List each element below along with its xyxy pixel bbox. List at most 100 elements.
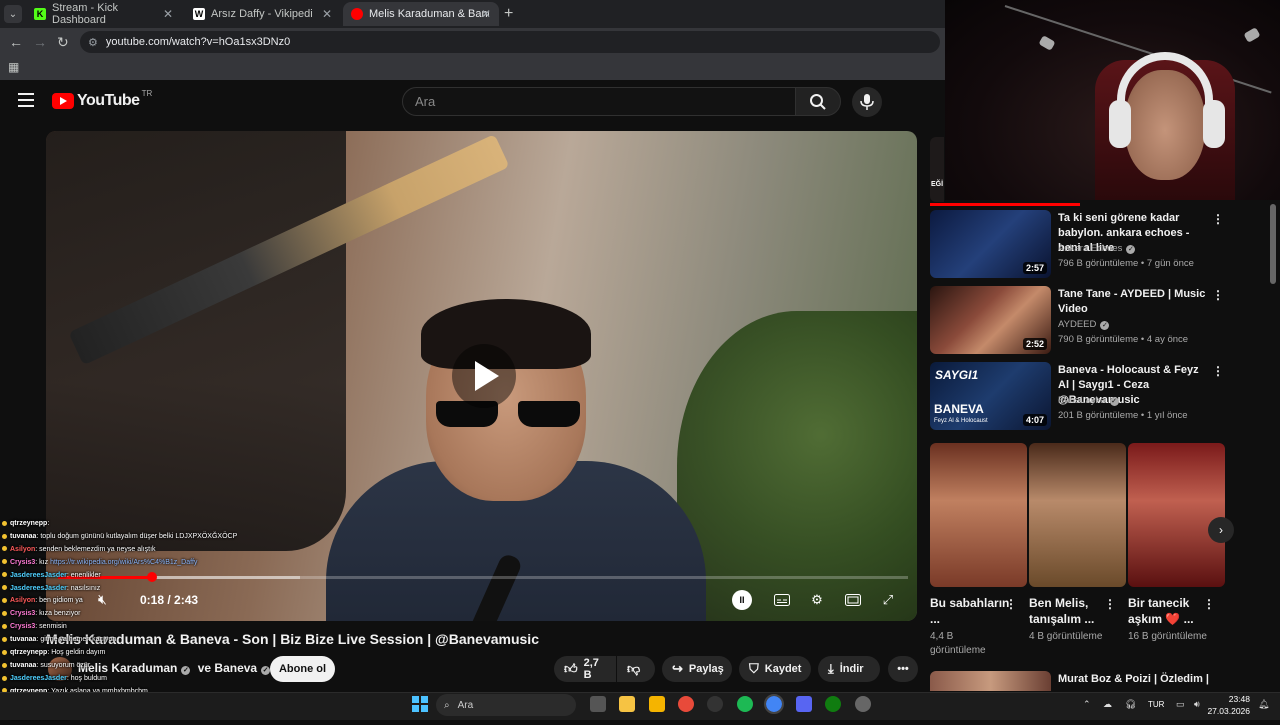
chat-message: JasdereesJasder: nasılsınız <box>2 583 282 596</box>
rec-channel[interactable]: Ankara Echoes ✓ <box>1058 243 1136 254</box>
back-arrow-icon[interactable]: ← <box>9 34 23 50</box>
play-icon <box>475 361 499 391</box>
task-view-icon[interactable] <box>590 696 606 712</box>
hamburger-menu-icon[interactable] <box>18 93 34 107</box>
more-actions-button[interactable]: ••• <box>888 656 918 682</box>
taskbar-search[interactable]: ⌕ Ara <box>436 694 576 716</box>
voice-search-button[interactable] <box>852 87 882 117</box>
short-title[interactable]: Bir tanecik aşkım ❤️ ... <box>1128 595 1208 627</box>
shorts-next-chevron-icon[interactable]: › <box>1208 517 1234 543</box>
tab-youtube-active[interactable]: Melis Karaduman & Baneva - S ✕ <box>343 2 499 26</box>
video-thumbnail[interactable]: 2:52 <box>930 286 1051 354</box>
chrome-icon[interactable] <box>678 696 694 712</box>
chat-username[interactable]: JasdereesJasder <box>10 585 67 592</box>
input-language[interactable]: TUR <box>1148 700 1164 709</box>
short-title[interactable]: Ben Melis, tanışalım ... <box>1029 595 1109 627</box>
app-icon[interactable] <box>855 696 871 712</box>
recommendation-item[interactable]: Murat Boz & Poizi | Özledim | <box>930 671 1260 691</box>
url-input[interactable]: ⚙ youtube.com/watch?v=hOa1sx3DNz0 <box>80 31 940 53</box>
tray-chevron-icon[interactable]: ⌃ <box>1083 699 1091 710</box>
file-explorer-icon[interactable] <box>649 696 665 712</box>
apps-grid-icon[interactable]: ▦ <box>8 60 19 74</box>
obs-icon[interactable] <box>707 696 723 712</box>
network-icon[interactable]: ▭ <box>1176 699 1185 710</box>
chrome-active-icon[interactable] <box>764 694 784 714</box>
more-options-icon[interactable]: ⋮ <box>1212 364 1224 378</box>
chat-username[interactable]: Asilyon <box>10 597 35 604</box>
rec-partial-thumbnail[interactable]: EĞİ <box>930 137 944 202</box>
short-item[interactable]: Bir tanecik aşkım ❤️ ... 16 B görüntülem… <box>1128 443 1225 644</box>
chat-username[interactable]: JasdereesJasder <box>10 675 67 682</box>
site-info-icon[interactable]: ⚙ <box>88 36 98 49</box>
rec-title[interactable]: Murat Boz & Poizi | Özledim | <box>1058 673 1209 685</box>
save-button[interactable]: ⛉ Kaydet <box>739 656 811 682</box>
search-input[interactable]: Ara <box>402 87 796 116</box>
big-play-button[interactable] <box>452 344 516 408</box>
tab-kick-dashboard[interactable]: K Stream - Kick Dashboard ✕ <box>26 2 181 26</box>
fullscreen-icon[interactable]: ⤢ <box>877 589 899 611</box>
short-thumbnail[interactable] <box>930 443 1027 587</box>
chat-text: : senden beklemezdim ya neyse alıştık <box>35 545 156 553</box>
tab-search-button[interactable]: ⌄ <box>4 5 22 23</box>
subtitles-icon[interactable] <box>771 589 793 611</box>
rec-title[interactable]: Tane Tane - AYDEED | Music Video <box>1058 287 1208 317</box>
xbox-icon[interactable] <box>825 696 841 712</box>
dislike-button[interactable]: 👎︎ <box>617 656 655 682</box>
chat-username[interactable]: Crysis3 <box>10 610 35 617</box>
settings-gear-icon[interactable]: ⚙ <box>806 589 828 611</box>
forward-arrow-icon[interactable]: → <box>33 34 47 50</box>
tab-close-icon[interactable]: ✕ <box>322 7 332 21</box>
more-options-icon[interactable]: ⋮ <box>1212 212 1224 226</box>
short-item[interactable]: Ben Melis, tanışalım ... 4 B görüntüleme… <box>1029 443 1126 644</box>
short-item[interactable]: Bu sabahların ... 4,4 B görüntüleme ⋮ <box>930 443 1027 658</box>
cloud-icon[interactable]: ☁ <box>1103 699 1112 710</box>
tab-wikipedia[interactable]: W Arsız Daffy - Vikipedi ✕ <box>185 2 340 26</box>
download-button[interactable]: ⤓ İndir <box>818 656 880 682</box>
chat-username[interactable]: Crysis3 <box>10 623 35 630</box>
chat-username[interactable]: qtrzeynepp <box>10 520 47 527</box>
chat-link[interactable]: https://tr.wikipedia.org/wiki/Ars%C4%B1z… <box>50 559 197 566</box>
search-button[interactable] <box>795 87 841 116</box>
reload-icon[interactable]: ↻ <box>57 34 69 51</box>
scrollbar-thumb[interactable] <box>1270 204 1276 284</box>
short-title[interactable]: Bu sabahların ... <box>930 595 1010 627</box>
short-thumbnail[interactable] <box>1128 443 1225 587</box>
clock[interactable]: 23:48 27.03.2026 <box>1207 693 1250 717</box>
share-button[interactable]: ↪ Paylaş <box>662 656 732 682</box>
youtube-logo[interactable]: YouTube TR <box>52 89 152 110</box>
chat-username[interactable]: JasdereesJasder <box>10 572 67 579</box>
recommendation-item[interactable]: SAYGI1 BANEVA Feyz Al & Holocaust 4:07 B… <box>930 362 1260 434</box>
headset-icon[interactable]: 🎧︎ <box>1125 699 1136 710</box>
windows-start-icon[interactable] <box>412 696 428 712</box>
video-thumbnail[interactable]: SAYGI1 BANEVA Feyz Al & Holocaust 4:07 <box>930 362 1051 430</box>
more-options-icon[interactable]: ⋮ <box>1005 597 1017 611</box>
chat-username[interactable]: Crysis3 <box>10 559 35 566</box>
chat-username[interactable]: tuvanaa <box>10 533 36 540</box>
theater-mode-icon[interactable] <box>842 589 864 611</box>
more-options-icon[interactable]: ⋮ <box>1212 288 1224 302</box>
autoplay-toggle[interactable]: II <box>732 590 752 610</box>
more-options-icon[interactable]: ⋮ <box>1104 597 1116 611</box>
chat-username[interactable]: tuvanaa <box>10 636 36 643</box>
spotify-icon[interactable] <box>737 696 753 712</box>
rec-channel[interactable]: BabaLayka ✓ <box>1058 395 1119 406</box>
tab-close-icon[interactable]: ✕ <box>481 7 491 21</box>
chat-username[interactable]: Asilyon <box>10 546 35 553</box>
chat-username[interactable]: tuvanaa <box>10 662 36 669</box>
volume-icon[interactable]: 🔊︎ <box>1194 699 1200 710</box>
chat-username[interactable]: qtrzeynepp <box>10 649 47 656</box>
short-thumbnail[interactable] <box>1029 443 1126 587</box>
video-thumbnail[interactable] <box>930 671 1051 691</box>
recommendation-item[interactable]: 2:52 Tane Tane - AYDEED | Music Video AY… <box>930 286 1260 358</box>
store-icon[interactable] <box>619 696 635 712</box>
video-thumbnail[interactable]: 2:57 <box>930 210 1051 278</box>
tab-close-icon[interactable]: ✕ <box>163 7 173 21</box>
rec-channel[interactable]: AYDEED ✓ <box>1058 319 1110 330</box>
more-options-icon[interactable]: ⋮ <box>1203 597 1215 611</box>
like-button[interactable]: 👍︎ 2,7 B <box>554 656 616 682</box>
tab-title: Stream - Kick Dashboard <box>52 2 119 26</box>
notification-icon[interactable]: 🔔︎ <box>1258 699 1269 710</box>
recommendation-item[interactable]: 2:57 Ta ki seni görene kadar babylon. an… <box>930 210 1260 282</box>
new-tab-icon[interactable]: + <box>504 5 513 23</box>
discord-icon[interactable] <box>796 696 812 712</box>
